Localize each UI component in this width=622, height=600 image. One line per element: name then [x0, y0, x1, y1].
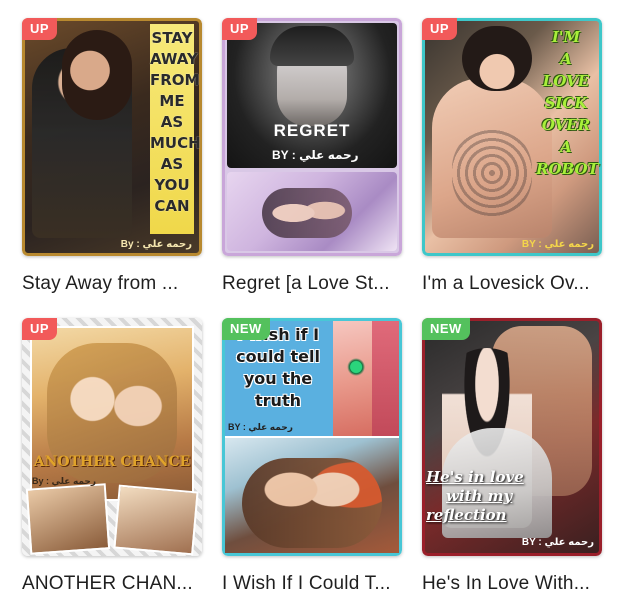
cover-word: OVER: [541, 116, 591, 134]
cover-line: reflection: [426, 506, 507, 524]
cover-byline: By : رحمه علي: [120, 239, 192, 250]
status-badge: NEW: [222, 318, 270, 340]
cover-word: ME: [159, 92, 185, 110]
cover-line: with my: [446, 487, 513, 505]
book-cover[interactable]: STAY AWAY FROM ME AS MUCH AS YOU CAN By …: [22, 18, 202, 256]
book-title[interactable]: Regret [a Love St...: [222, 273, 412, 295]
cover-byline: By : رحمه علي: [32, 476, 97, 486]
status-badge: UP: [222, 18, 258, 40]
cover-photo: [113, 484, 199, 556]
book-cover[interactable]: ANOTHER CHANCE By : رحمه علي UP: [22, 318, 202, 556]
book-title[interactable]: I'm a Lovesick Ov...: [422, 273, 612, 295]
cover-couple: [262, 188, 352, 238]
cover-title-text: He's in love with my reflection: [426, 468, 556, 525]
cover-byline: BY : رحمه علي: [521, 239, 594, 250]
cover-photo: [25, 483, 111, 555]
cover-title-text: REGRET: [273, 121, 351, 140]
cover-tattoo: [452, 128, 532, 218]
cover-word: MUCH: [150, 134, 201, 152]
cover-figure-head: [62, 30, 132, 120]
book-cover[interactable]: I wish if I could tell you the truth BY …: [222, 318, 402, 556]
cover-word: CAN: [154, 197, 190, 215]
cover-word: AS: [160, 113, 184, 131]
book-title[interactable]: Stay Away from ...: [22, 273, 212, 295]
book-cover[interactable]: I'M A LOVE SICK OVER A ROBOT BY : رحمه ع…: [422, 18, 602, 256]
cover-word: SICK: [544, 94, 588, 112]
cover-line: truth: [255, 391, 301, 410]
book-cover[interactable]: REGRET BY : رحمه علي UP: [222, 18, 402, 256]
book-title[interactable]: He's In Love With...: [422, 573, 612, 595]
cover-word: STAY: [151, 29, 193, 47]
book-title[interactable]: ANOTHER CHAN...: [22, 573, 212, 595]
cover-line: you the: [243, 369, 313, 388]
status-badge: UP: [422, 18, 458, 40]
cover-word: I'M: [551, 28, 581, 46]
cover-couple: [242, 458, 382, 548]
cover-byline: BY : رحمه علي: [228, 422, 293, 432]
cover-word: A: [560, 138, 572, 156]
status-badge: UP: [22, 318, 58, 340]
cover-line: could tell: [236, 347, 320, 366]
cover-word: AS: [160, 155, 184, 173]
book-grid: STAY AWAY FROM ME AS MUCH AS YOU CAN By …: [0, 0, 622, 600]
cover-hair: [270, 26, 354, 66]
status-badge: UP: [22, 18, 58, 40]
cover-title-text: STAY AWAY FROM ME AS MUCH AS YOU CAN: [150, 28, 201, 217]
book-title[interactable]: I Wish If I Could T...: [222, 573, 412, 595]
cover-title-text: ANOTHER CHANCE: [33, 454, 191, 470]
status-badge: NEW: [422, 318, 470, 340]
cover-line: He's in love: [426, 468, 524, 486]
cover-word: YOU: [154, 176, 190, 194]
cover-byline: BY : رحمه علي: [272, 148, 359, 162]
cover-hair: [372, 321, 399, 436]
cover-word: A: [560, 50, 572, 68]
cover-title-text: I'M A LOVE SICK OVER A ROBOT: [536, 26, 599, 180]
cover-word: FROM: [150, 71, 200, 89]
cover-word: ROBOT: [536, 160, 599, 178]
cover-word: LOVE: [542, 72, 590, 90]
cover-figure-head: [462, 26, 532, 91]
book-cover[interactable]: He's in love with my reflection BY : رحم…: [422, 318, 602, 556]
cover-word: AWAY: [150, 50, 198, 68]
cover-byline: BY : رحمه علي: [521, 537, 594, 548]
